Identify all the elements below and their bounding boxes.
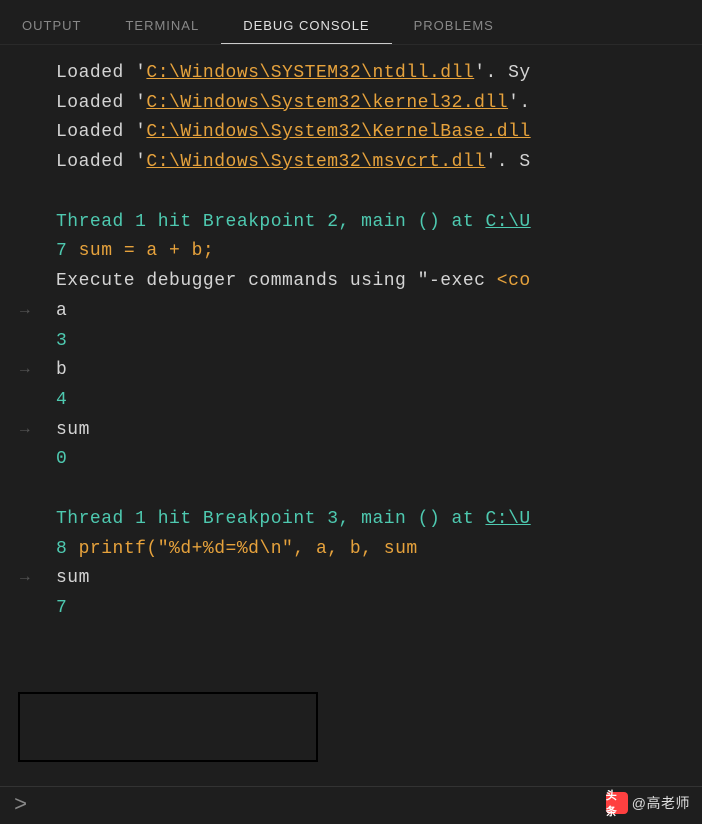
dll-path-msvcrt[interactable]: C:\Windows\System32\msvcrt.dll <box>146 152 485 172</box>
debug-console-output: Loaded 'C:\Windows\SYSTEM32\ntdll.dll'. … <box>0 45 702 624</box>
loaded-text: Loaded ' <box>56 152 146 172</box>
source-path-link[interactable]: C:\U <box>485 212 530 232</box>
loaded-text: Loaded ' <box>56 63 146 83</box>
annotation-highlight-box <box>18 692 318 762</box>
eval-input-a: a <box>56 301 67 321</box>
eval-result-sum: 0 <box>56 449 67 469</box>
tab-output[interactable]: OUTPUT <box>0 10 103 44</box>
code-line: printf("%d+%d=%d\n", a, b, sum <box>67 539 417 559</box>
loaded-text: Loaded ' <box>56 93 146 113</box>
tab-debug-console[interactable]: DEBUG CONSOLE <box>221 10 391 44</box>
watermark-text: @高老师 <box>632 793 690 813</box>
eval-result-b: 4 <box>56 390 67 410</box>
eval-input-sum2: sum <box>56 568 90 588</box>
watermark: 头条 @高老师 <box>606 792 690 814</box>
loaded-text: Loaded ' <box>56 122 146 142</box>
dll-path-ntdll[interactable]: C:\Windows\SYSTEM32\ntdll.dll <box>146 63 474 83</box>
output-text: '. Sy <box>474 63 531 83</box>
debug-console-input-bar: > <box>0 786 702 824</box>
eval-result-sum2: 7 <box>56 598 67 618</box>
breakpoint-hit-text: Thread 1 hit Breakpoint 2, main () at <box>56 212 485 232</box>
code-line: sum = a + b; <box>67 241 214 261</box>
eval-input-sum: sum <box>56 420 90 440</box>
panel-tabs: OUTPUT TERMINAL DEBUG CONSOLE PROBLEMS <box>0 0 702 45</box>
chevron-right-icon: > <box>0 793 36 818</box>
tab-terminal[interactable]: TERMINAL <box>103 10 221 44</box>
source-path-link[interactable]: C:\U <box>485 509 530 529</box>
tab-problems[interactable]: PROBLEMS <box>392 10 516 44</box>
dll-path-kernel32[interactable]: C:\Windows\System32\kernel32.dll <box>146 93 508 113</box>
debug-console-input[interactable] <box>36 787 702 824</box>
dll-path-kernelbase[interactable]: C:\Windows\System32\KernelBase.dll <box>146 122 530 142</box>
output-text: '. <box>508 93 531 113</box>
exec-hint-cmd: <co <box>497 271 531 291</box>
line-number: 8 <box>56 539 67 559</box>
eval-input-b: b <box>56 360 67 380</box>
exec-hint-text: Execute debugger commands using "-exec <box>56 271 497 291</box>
line-number: 7 <box>56 241 67 261</box>
breakpoint-hit-text: Thread 1 hit Breakpoint 3, main () at <box>56 509 485 529</box>
output-text: '. S <box>485 152 530 172</box>
eval-result-a: 3 <box>56 331 67 351</box>
watermark-logo-icon: 头条 <box>606 792 628 814</box>
